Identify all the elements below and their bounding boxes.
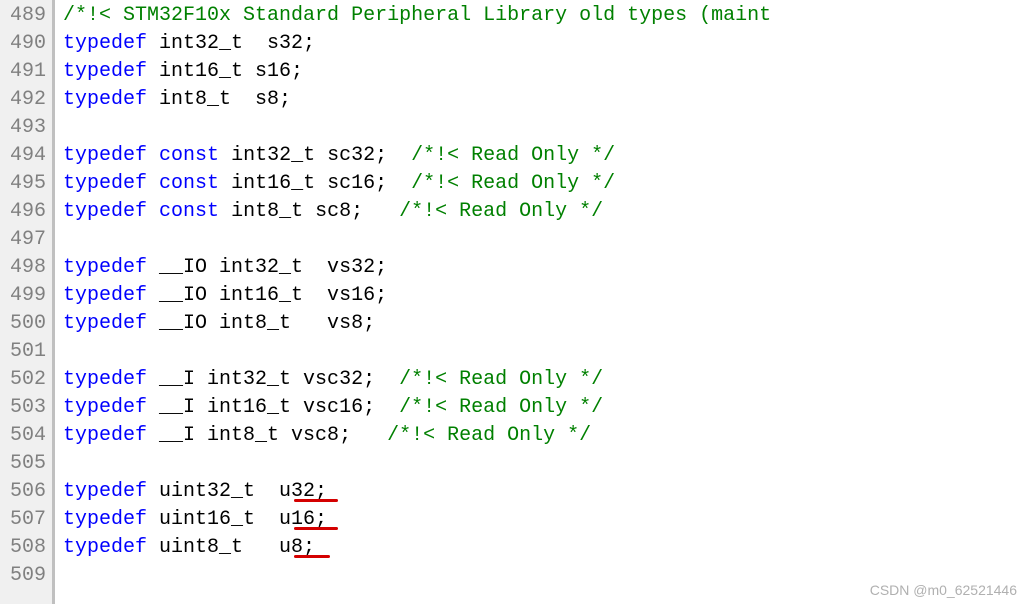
code-token: typedef [63, 508, 147, 531]
code-token: /*!< Read Only */ [399, 200, 603, 223]
line-number: 499 [10, 282, 46, 310]
code-token: __IO int16_t vs16; [147, 284, 387, 307]
code-line[interactable]: typedef __IO int32_t vs32; [63, 254, 1029, 282]
code-line[interactable]: /*!< STM32F10x Standard Peripheral Libra… [63, 2, 1029, 30]
code-token: int8_t s8; [147, 88, 291, 111]
line-number: 493 [10, 114, 46, 142]
code-line[interactable]: typedef __I int32_t vsc32; /*!< Read Onl… [63, 366, 1029, 394]
code-line[interactable]: typedef __IO int8_t vs8; [63, 310, 1029, 338]
code-token: typedef [63, 256, 147, 279]
code-token [147, 144, 159, 167]
code-token: typedef [63, 536, 147, 559]
code-token: int32_t sc32; [219, 144, 411, 167]
code-line[interactable] [63, 338, 1029, 366]
code-token: typedef [63, 200, 147, 223]
code-token: int16_t sc16; [219, 172, 411, 195]
code-editor: 4894904914924934944954964974984995005015… [0, 0, 1029, 604]
code-token: typedef [63, 312, 147, 335]
code-line[interactable]: typedef uint16_t u16; [63, 506, 1029, 534]
line-number-gutter: 4894904914924934944954964974984995005015… [0, 0, 53, 604]
line-number: 503 [10, 394, 46, 422]
code-token: int8_t sc8; [219, 200, 399, 223]
code-token: __IO int32_t vs32; [147, 256, 387, 279]
code-line[interactable]: typedef int32_t s32; [63, 30, 1029, 58]
code-token: typedef [63, 144, 147, 167]
code-token: typedef [63, 88, 147, 111]
code-line[interactable]: typedef const int16_t sc16; /*!< Read On… [63, 170, 1029, 198]
line-number: 506 [10, 478, 46, 506]
code-line[interactable]: typedef const int32_t sc32; /*!< Read On… [63, 142, 1029, 170]
code-token: /*!< Read Only */ [399, 396, 603, 419]
code-line[interactable]: typedef __IO int16_t vs16; [63, 282, 1029, 310]
code-line[interactable]: typedef __I int8_t vsc8; /*!< Read Only … [63, 422, 1029, 450]
code-token: typedef [63, 396, 147, 419]
code-token: typedef [63, 172, 147, 195]
code-token: __IO int8_t vs8; [147, 312, 375, 335]
annotation-underline [294, 499, 338, 502]
code-token: typedef [63, 60, 147, 83]
code-line[interactable] [63, 450, 1029, 478]
line-number: 504 [10, 422, 46, 450]
code-line[interactable]: typedef uint8_t u8; [63, 534, 1029, 562]
line-number: 492 [10, 86, 46, 114]
line-number: 507 [10, 506, 46, 534]
line-number: 491 [10, 58, 46, 86]
line-number: 494 [10, 142, 46, 170]
code-token: uint8_t u8; [147, 536, 315, 559]
code-token: typedef [63, 424, 147, 447]
code-token: const [159, 200, 219, 223]
code-line[interactable]: typedef int8_t s8; [63, 86, 1029, 114]
code-token: typedef [63, 32, 147, 55]
line-number: 498 [10, 254, 46, 282]
code-token: typedef [63, 284, 147, 307]
line-number: 500 [10, 310, 46, 338]
code-token: /*!< STM32F10x Standard Peripheral Libra… [63, 4, 771, 27]
code-token [147, 172, 159, 195]
line-number: 509 [10, 562, 46, 590]
line-number: 497 [10, 226, 46, 254]
line-number: 502 [10, 366, 46, 394]
code-token: int32_t s32; [147, 32, 315, 55]
code-token: /*!< Read Only */ [387, 424, 591, 447]
line-number: 505 [10, 450, 46, 478]
line-number: 496 [10, 198, 46, 226]
watermark-text: CSDN @m0_62521446 [870, 582, 1017, 598]
line-number: 489 [10, 2, 46, 30]
code-line[interactable] [63, 226, 1029, 254]
code-line[interactable]: typedef int16_t s16; [63, 58, 1029, 86]
code-token: /*!< Read Only */ [411, 172, 615, 195]
code-token: typedef [63, 368, 147, 391]
code-line[interactable] [63, 114, 1029, 142]
annotation-underline [294, 527, 338, 530]
line-number: 508 [10, 534, 46, 562]
code-token: /*!< Read Only */ [399, 368, 603, 391]
code-token: __I int16_t vsc16; [147, 396, 399, 419]
code-token: const [159, 144, 219, 167]
code-token: typedef [63, 480, 147, 503]
code-token: const [159, 172, 219, 195]
code-line[interactable]: typedef const int8_t sc8; /*!< Read Only… [63, 198, 1029, 226]
code-line[interactable]: typedef __I int16_t vsc16; /*!< Read Onl… [63, 394, 1029, 422]
code-token: __I int8_t vsc8; [147, 424, 387, 447]
code-token: int16_t s16; [147, 60, 303, 83]
code-token: __I int32_t vsc32; [147, 368, 399, 391]
annotation-underline [294, 555, 330, 558]
line-number: 490 [10, 30, 46, 58]
code-line[interactable]: typedef uint32_t u32; [63, 478, 1029, 506]
code-token [147, 200, 159, 223]
code-token: /*!< Read Only */ [411, 144, 615, 167]
line-number: 495 [10, 170, 46, 198]
code-area[interactable]: /*!< STM32F10x Standard Peripheral Libra… [55, 0, 1029, 604]
line-number: 501 [10, 338, 46, 366]
